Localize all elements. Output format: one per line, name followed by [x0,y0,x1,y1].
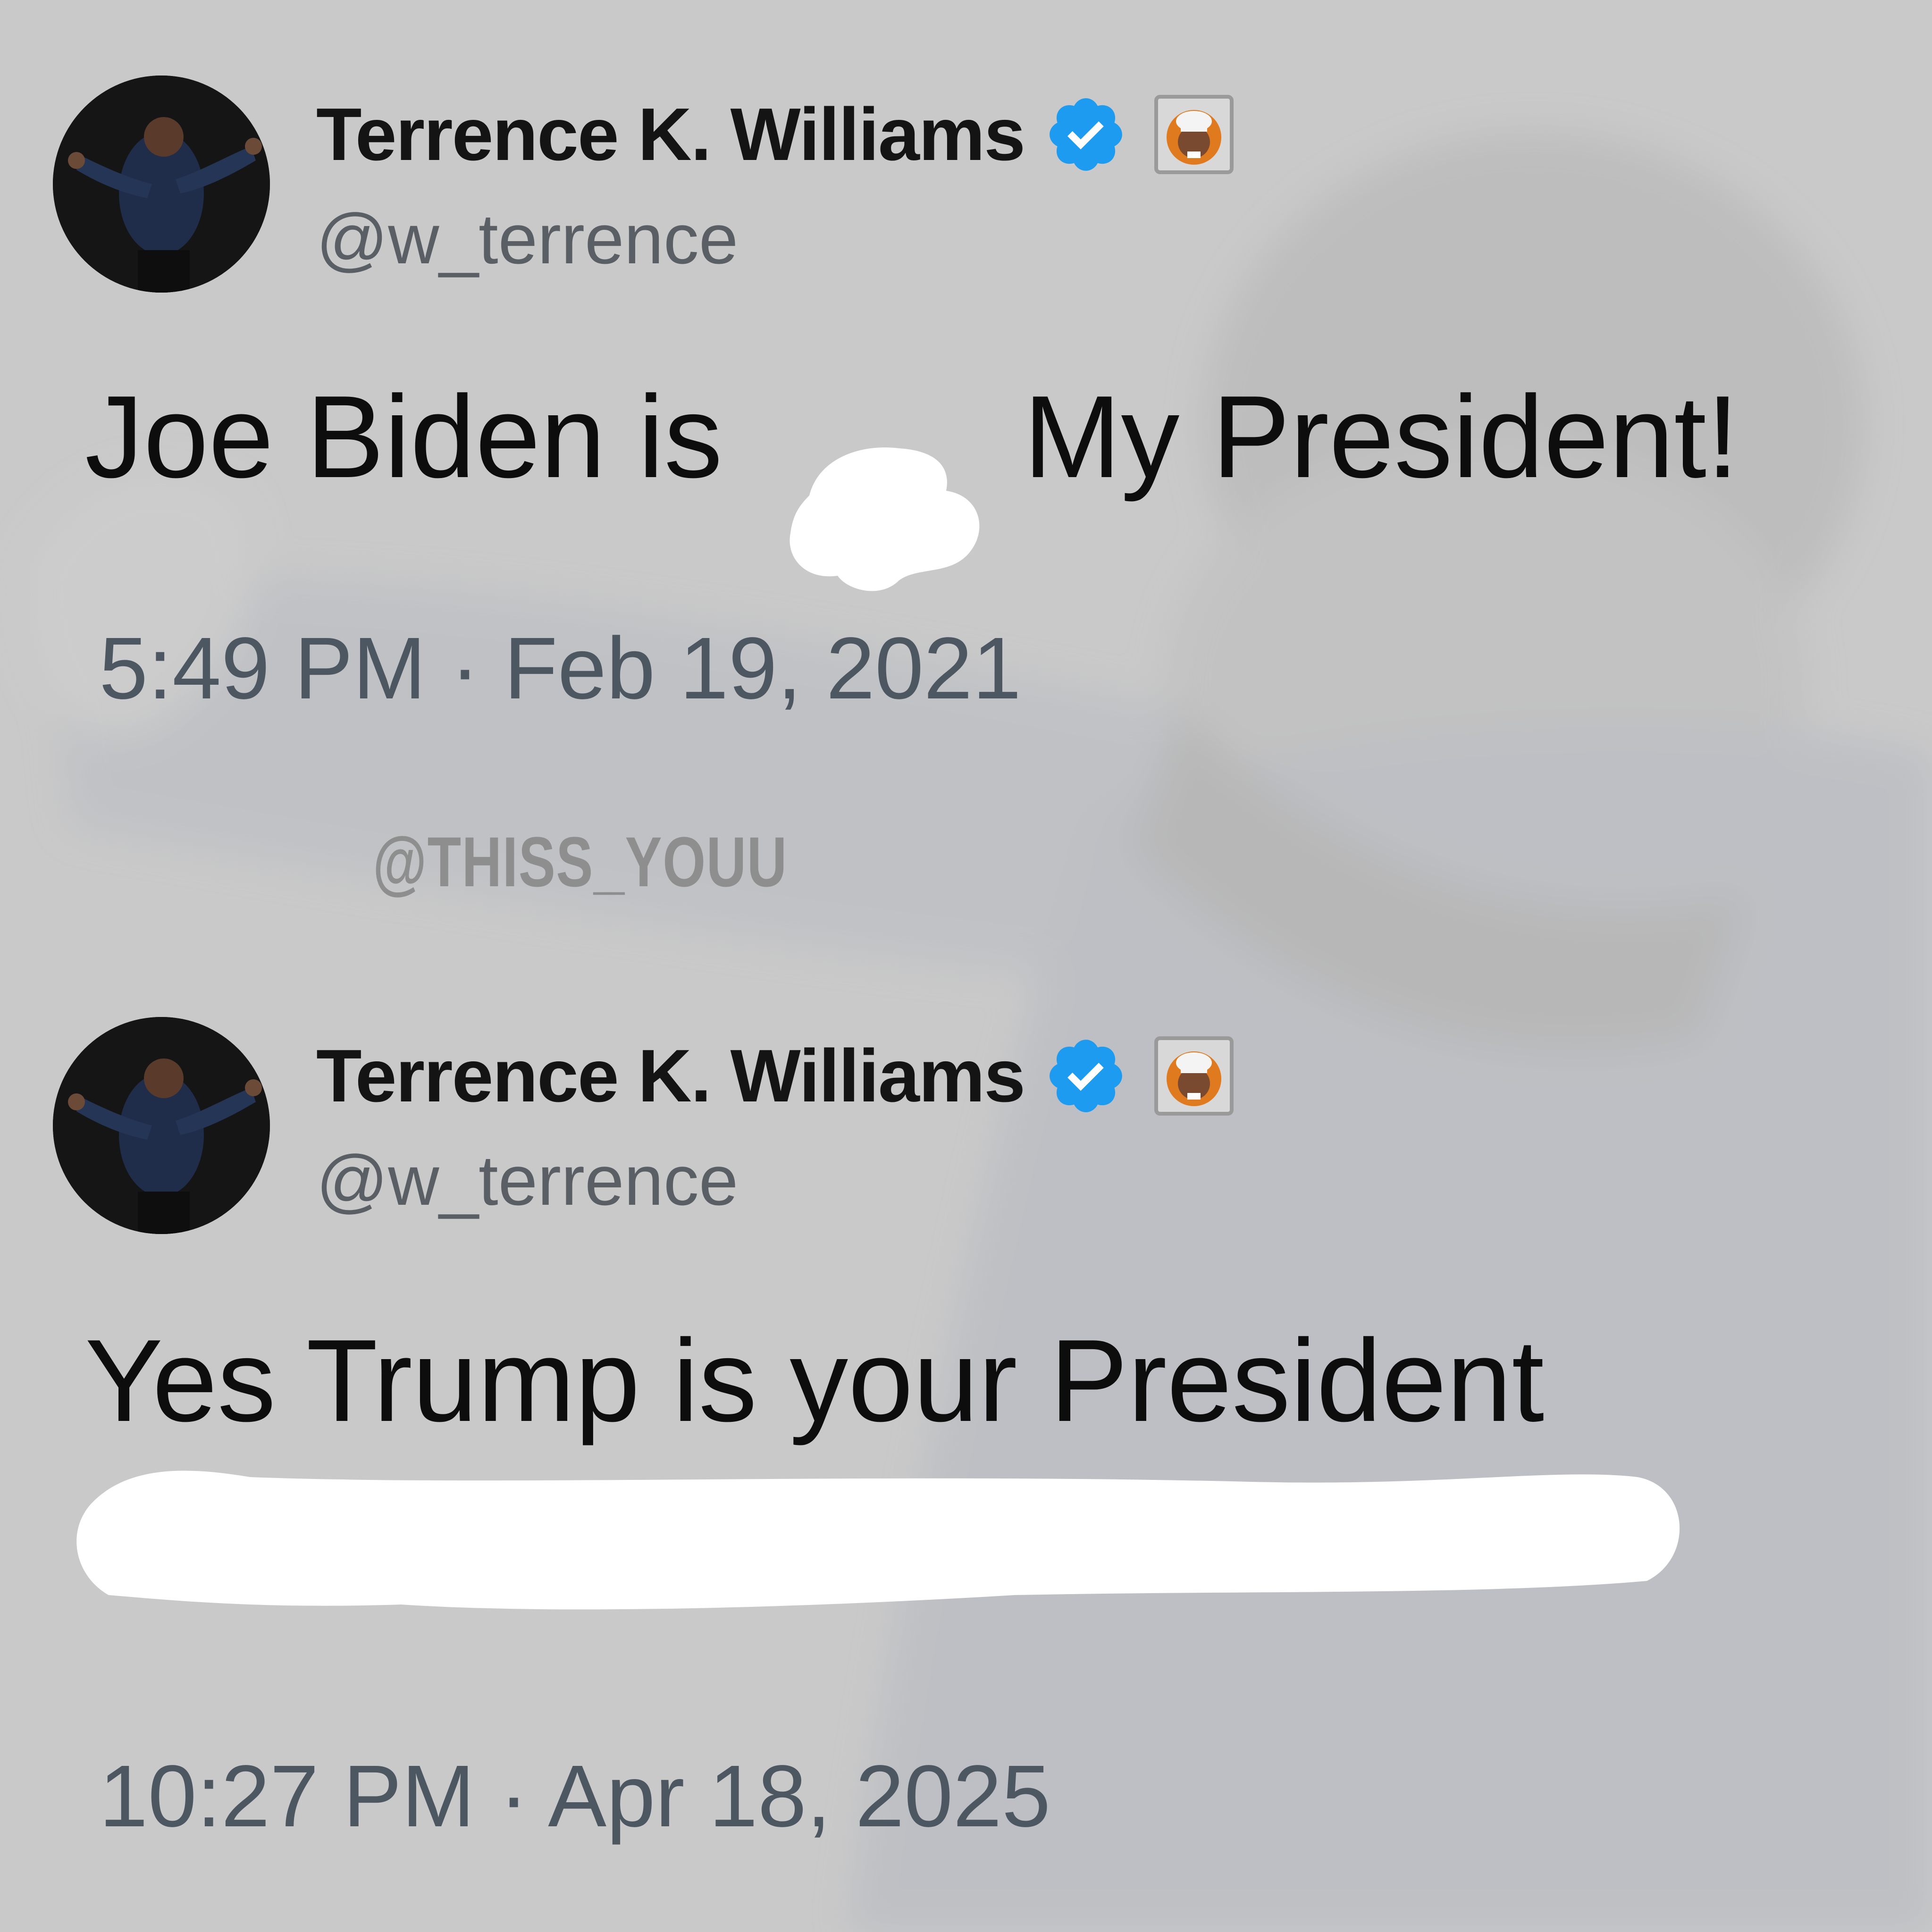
avatar-photo [53,76,270,293]
avatar[interactable] [53,76,270,293]
tweet-text-part: Joe Biden is [85,371,755,502]
handle[interactable]: @w_terrence [316,1140,738,1221]
screenshot-canvas: Terrence K. Williams @w_terrence Joe Bid… [0,0,1932,1932]
background-photo [23,132,1932,1932]
redaction-blot [76,1470,1680,1610]
watermark: @THISS_YOUU [373,822,788,901]
redaction-blot [790,447,980,591]
name-row: Terrence K. Williams [316,90,1234,179]
affiliate-badge-icon[interactable] [1154,1036,1234,1116]
handle[interactable]: @w_terrence [316,198,738,280]
display-name[interactable]: Terrence K. Williams [316,1033,1025,1119]
name-row: Terrence K. Williams [316,1031,1234,1121]
display-name[interactable]: Terrence K. Williams [316,92,1025,177]
timestamp[interactable]: 10:27 PM · Apr 18, 2025 [99,1746,1050,1847]
verified-badge-icon [1050,98,1122,171]
tweet-text: Yes Trump is your President [85,1315,1545,1446]
verified-badge-icon [1050,1040,1122,1112]
affiliate-badge-icon[interactable] [1154,95,1234,174]
avatar-photo [53,1017,270,1234]
tweet-text-part: My President! [991,371,1739,502]
avatar[interactable] [53,1017,270,1234]
timestamp[interactable]: 5:49 PM · Feb 19, 2021 [99,618,1021,719]
